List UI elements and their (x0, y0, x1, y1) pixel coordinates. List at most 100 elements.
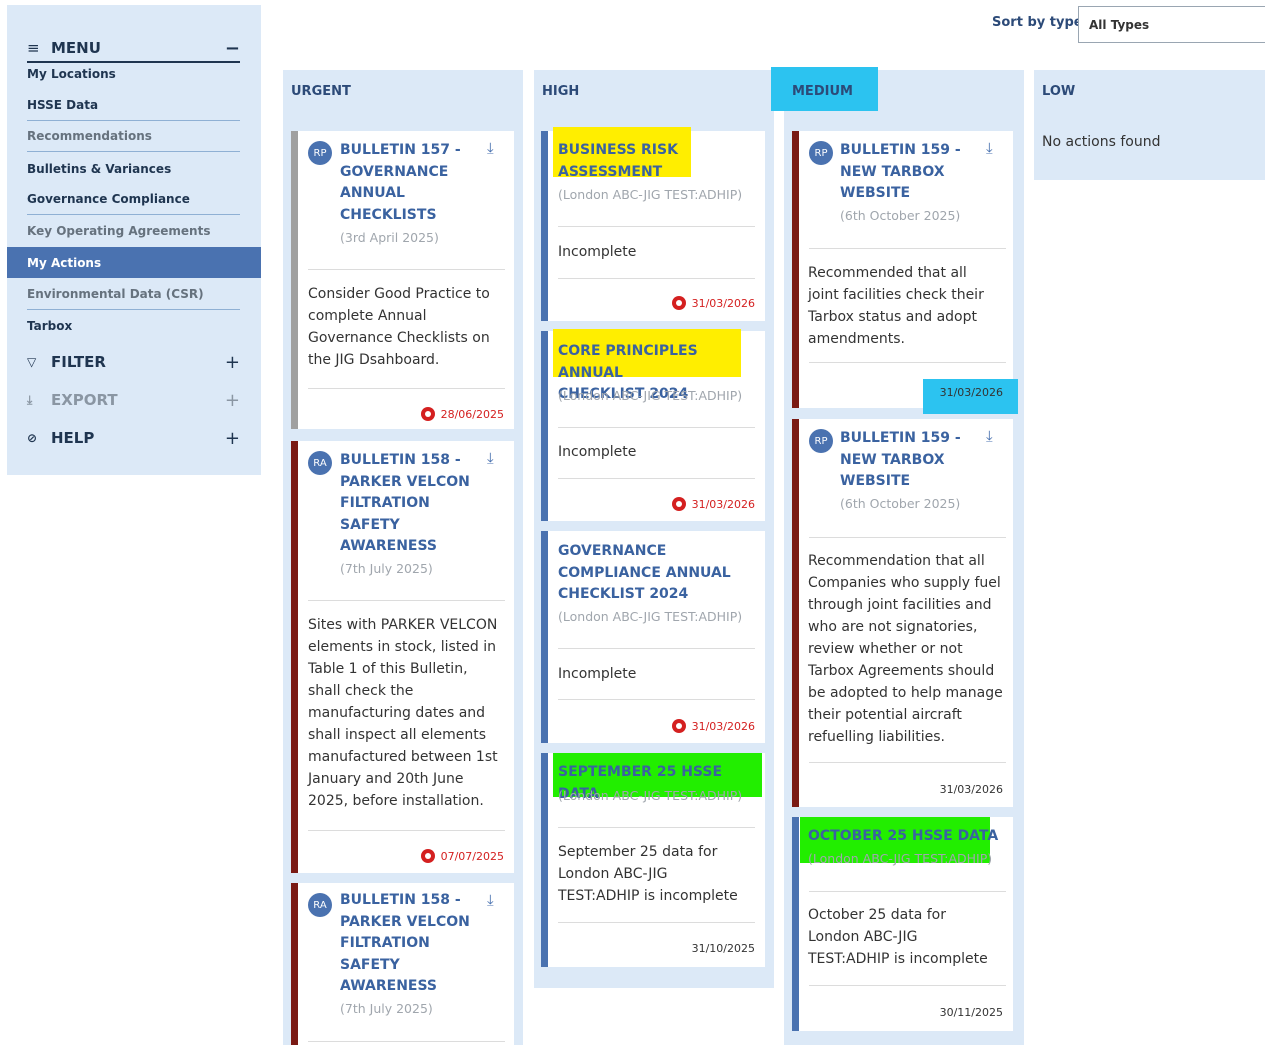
card-title[interactable]: BUSINESS RISK ASSESSMENT (558, 140, 678, 183)
column-medium: MEDIUM RP ⤓ BULLETIN 159 - NEW TARBOX WEBS… (771, 67, 1024, 1045)
download-icon[interactable]: ⤓ (487, 891, 494, 909)
divider (558, 648, 755, 649)
help-label: HELP (51, 429, 95, 447)
export-section[interactable]: ⤓ EXPORT + (27, 388, 240, 412)
avatar: RP (809, 141, 833, 165)
due-date: 30/11/2025 (939, 1006, 1003, 1019)
help-section[interactable]: ⊘ HELP + (27, 426, 240, 450)
menu-label: MENU (51, 39, 101, 57)
card-title[interactable]: OCTOBER 25 HSSE DATA (808, 826, 998, 848)
column-low: LOW No actions found (1034, 70, 1265, 180)
divider (809, 537, 1006, 538)
sidebar-item-environmental[interactable]: Environmental Data (CSR) (27, 279, 240, 310)
action-card[interactable]: BUSINESS RISK ASSESSMENT (London ABC-JIG … (541, 127, 765, 321)
card-date-subtitle: (7th July 2025) (340, 561, 433, 576)
card-description: September 25 data for London ABC-JIG TEST:… (558, 844, 738, 904)
sidebar-item-bulletins[interactable]: Bulletins & Variances (27, 153, 240, 184)
card-title[interactable]: BULLETIN 158 - PARKER VELCON FILTRATION SAF… (340, 450, 470, 558)
divider (308, 600, 505, 601)
alarm-clock-icon (671, 719, 686, 733)
help-icon: ⊘ (27, 431, 38, 445)
action-card[interactable]: GOVERNANCE COMPLIANCE ANNUAL CHECKLIST 202… (541, 531, 765, 743)
action-card[interactable]: SEPTEMBER 25 HSSE DATA (London ABC-JIG T… (541, 753, 765, 967)
divider (809, 891, 1006, 892)
alarm-clock-icon (420, 407, 435, 421)
card-title[interactable]: BULLETIN 158 - PARKER VELCON FILTRATION SAF… (340, 890, 470, 998)
alarm-clock-icon (671, 296, 686, 310)
card-location: (London ABC-JIG TEST:ADHIP) (558, 187, 743, 202)
expand-help-icon[interactable]: + (225, 428, 240, 449)
filter-label: FILTER (51, 353, 106, 371)
download-icon[interactable]: ⤓ (986, 139, 993, 157)
sidebar-item-recommendations[interactable]: Recommendations (27, 121, 240, 152)
divider (558, 478, 755, 479)
sidebar-item-hsse-data[interactable]: HSSE Data (27, 90, 240, 121)
card-title[interactable]: BULLETIN 157 - GOVERNANCE ANNUAL CHECKLISTS (340, 140, 461, 226)
action-card[interactable]: RP ⤓ BULLETIN 157 - GOVERNANCE ANNUAL CHECK… (291, 131, 514, 429)
card-description: Consider Good Practice to complete Annual… (308, 286, 490, 368)
card-description: Sites with PARKER VELCON elements in stoc… (308, 617, 498, 809)
divider (809, 362, 1006, 363)
card-location: (London ABC-JIG TEST:ADHIP) (558, 388, 743, 403)
card-date-subtitle: (6th October 2025) (840, 496, 961, 511)
card-title[interactable]: BULLETIN 159 - NEW TARBOX WEBSITE (840, 140, 961, 205)
sidebar-item-tarbox[interactable]: Tarbox (27, 310, 240, 341)
expand-filter-icon[interactable]: + (225, 352, 240, 373)
sidebar-item-key-operating[interactable]: Key Operating Agreements (27, 215, 240, 246)
action-card[interactable]: RA ⤓ BULLETIN 158 - PARKER VELCON FILTRATI… (291, 441, 514, 873)
column-title-medium: MEDIUM (792, 84, 853, 99)
due-date: 07/07/2025 (420, 849, 504, 863)
sort-type-select[interactable]: All Types (1078, 6, 1265, 43)
divider (308, 1041, 505, 1042)
card-location: (London ABC-JIG TEST:ADHIP) (808, 851, 993, 866)
card-status: Incomplete (558, 444, 637, 460)
sidebar-item-my-locations[interactable]: My Locations (27, 58, 240, 89)
due-date: 31/03/2026 (671, 296, 755, 310)
expand-export-icon[interactable]: + (225, 390, 240, 411)
avatar: RP (308, 141, 332, 165)
avatar: RA (308, 893, 332, 917)
card-title[interactable]: GOVERNANCE COMPLIANCE ANNUAL CHECKLIST 202… (558, 541, 731, 606)
divider (558, 699, 755, 700)
empty-message: No actions found (1042, 134, 1161, 150)
sidebar-item-governance[interactable]: Governance Compliance (27, 184, 240, 215)
due-date: 31/03/2026 (671, 497, 755, 511)
alarm-clock-icon (671, 497, 686, 511)
download-icon[interactable]: ⤓ (487, 449, 494, 467)
card-description: Recommended that all joint facilities che… (808, 265, 984, 347)
hamburger-icon: ≡ (27, 39, 40, 57)
column-title-low: LOW (1042, 84, 1076, 99)
filter-icon: ▽ (27, 355, 37, 369)
divider (558, 827, 755, 828)
divider (558, 278, 755, 279)
card-location: (London ABC-JIG TEST:ADHIP) (558, 788, 743, 803)
column-high: HIGH BUSINESS RISK ASSESSMENT (London ABC… (534, 70, 774, 988)
card-date-subtitle: (6th October 2025) (840, 208, 961, 223)
card-status: Incomplete (558, 666, 637, 682)
divider (558, 427, 755, 428)
action-card[interactable]: RP ⤓ BULLETIN 159 - NEW TARBOX WEBSITE (6t… (792, 419, 1013, 807)
download-icon[interactable]: ⤓ (487, 139, 494, 157)
card-date-subtitle: (3rd April 2025) (340, 230, 439, 245)
action-card[interactable]: RA ⤓ BULLETIN 158 - PARKER VELCON FILTRATI… (291, 883, 514, 1045)
divider (558, 226, 755, 227)
due-date: 31/03/2026 (939, 386, 1003, 399)
alarm-clock-icon (420, 849, 435, 863)
sidebar: ≡ MENU − My Locations HSSE Data Recommen… (7, 5, 261, 475)
download-icon: ⤓ (27, 392, 33, 407)
divider (308, 388, 505, 389)
sidebar-item-my-actions[interactable]: My Actions (7, 247, 261, 278)
divider (308, 269, 505, 270)
action-card[interactable]: RP ⤓ BULLETIN 159 - NEW TARBOX WEBSITE (6t… (792, 131, 1018, 414)
card-location: (London ABC-JIG TEST:ADHIP) (558, 609, 743, 624)
collapse-icon[interactable]: − (225, 38, 240, 59)
action-card[interactable]: OCTOBER 25 HSSE DATA (London ABC-JIG TES… (792, 817, 1013, 1031)
download-icon[interactable]: ⤓ (986, 427, 993, 445)
column-title-urgent: URGENT (291, 84, 351, 99)
card-title[interactable]: BULLETIN 159 - NEW TARBOX WEBSITE (840, 428, 961, 493)
due-date: 31/03/2026 (671, 719, 755, 733)
action-card[interactable]: CORE PRINCIPLES ANNUAL CHECKLIST 2024 (Lo… (541, 329, 765, 521)
divider (308, 830, 505, 831)
filter-section[interactable]: ▽ FILTER + (27, 350, 240, 374)
card-status: Incomplete (558, 244, 637, 260)
